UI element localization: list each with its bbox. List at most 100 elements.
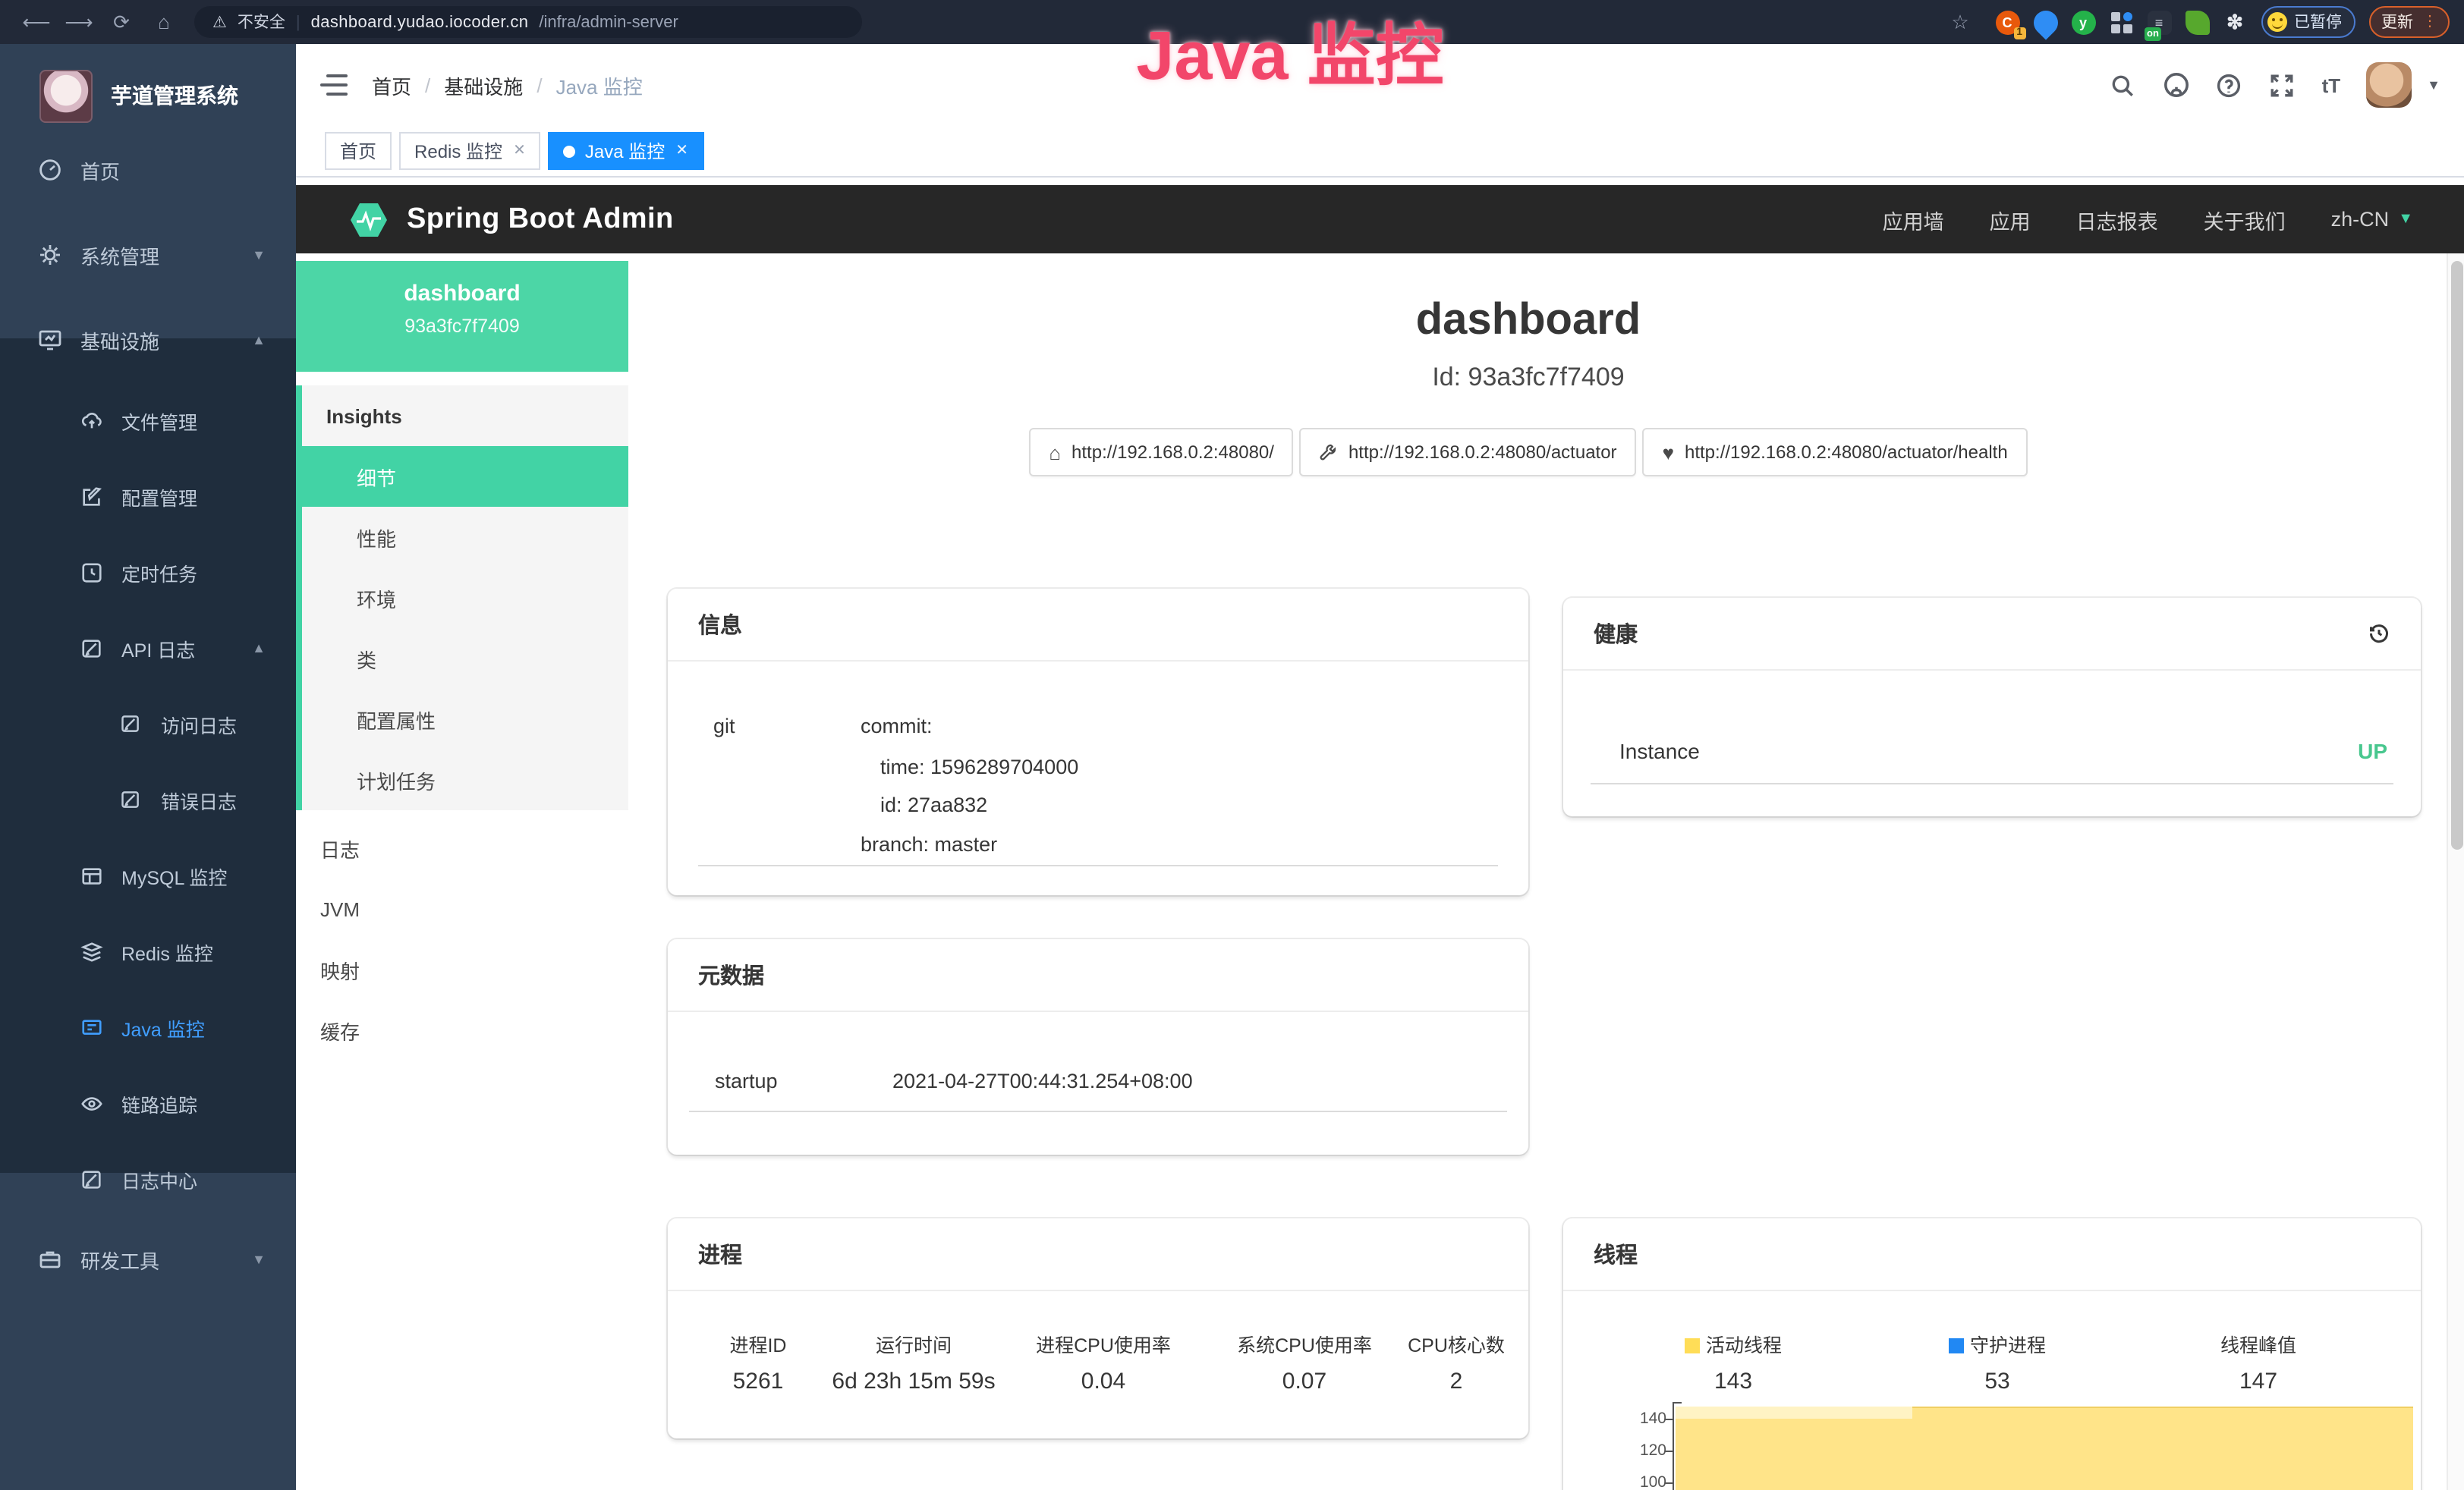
sba-side-item-mappings[interactable]: 映射 xyxy=(296,939,628,1000)
address-bar[interactable]: ⚠ 不安全 | dashboard.yudao.iocoder.cn/infra… xyxy=(194,6,862,38)
extension-y-icon[interactable]: y xyxy=(2071,10,2095,34)
home-icon[interactable]: ⌂ xyxy=(143,11,185,33)
browser-menu-icon[interactable]: ⋮ xyxy=(2422,14,2437,30)
tags-view: 首页 Redis 监控 ✕ Java 监控✕ xyxy=(296,126,2464,178)
security-label[interactable]: 不安全 xyxy=(238,11,285,33)
tab-java-monitor[interactable]: Java 监控✕ xyxy=(549,132,703,170)
sidebar-item-java-monitor[interactable]: Java 监控 xyxy=(0,989,296,1065)
sba-side-item-environment[interactable]: 环境 xyxy=(302,567,628,628)
heartbeat-icon: ♥ xyxy=(1663,441,1674,464)
extension-pin-icon[interactable] xyxy=(2028,5,2062,39)
extensions-puzzle-icon[interactable]: ❇ xyxy=(2223,10,2247,34)
app-logo-row[interactable]: 芋道管理系统 xyxy=(0,59,296,132)
github-icon[interactable] xyxy=(2163,71,2190,99)
redis-layers-icon xyxy=(79,939,103,963)
sidebar-item-mysql-monitor[interactable]: MySQL 监控 xyxy=(0,838,296,913)
sba-side-item-scheduled[interactable]: 计划任务 xyxy=(302,750,628,810)
y-tickmark xyxy=(1665,1482,1673,1484)
sba-side-item-details[interactable]: 细节 xyxy=(296,446,628,507)
instance-headline: dashboard Id: 93a3fc7f7409 ⌂ http://192.… xyxy=(628,296,2428,476)
col-pid: 进程ID xyxy=(686,1329,830,1358)
threads-card-title: 线程 xyxy=(1563,1218,2421,1291)
row-divider xyxy=(1591,783,2393,784)
security-warning-icon[interactable]: ⚠ xyxy=(212,13,227,31)
close-icon[interactable]: ✕ xyxy=(675,143,688,159)
close-icon[interactable]: ✕ xyxy=(513,143,526,159)
sba-language-select[interactable]: zh-CN ▼ xyxy=(2331,208,2413,231)
sba-side-item-config-props[interactable]: 配置属性 xyxy=(302,689,628,750)
breadcrumb-home[interactable]: 首页 xyxy=(372,71,411,99)
reload-icon[interactable]: ⟳ xyxy=(100,10,143,34)
sidebar-toggle-icon[interactable] xyxy=(320,74,348,96)
forward-icon[interactable]: ⟶ xyxy=(58,10,100,34)
sba-side-item-jvm[interactable]: JVM xyxy=(296,879,628,939)
sba-nav-applications[interactable]: 应用 xyxy=(1990,204,2031,234)
tab-label: Redis 监控 xyxy=(414,138,502,164)
back-icon[interactable]: ⟵ xyxy=(15,10,58,34)
row-divider xyxy=(689,1111,1507,1112)
tab-home[interactable]: 首页 xyxy=(325,132,392,170)
sidebar-item-system[interactable]: 系统管理 ▼ xyxy=(0,212,296,297)
sba-nav-journal[interactable]: 日志报表 xyxy=(2076,204,2158,234)
sidebar-item-api-log[interactable]: API 日志 ▲ xyxy=(0,610,296,686)
sba-side-item-logs[interactable]: 日志 xyxy=(296,818,628,879)
help-icon[interactable] xyxy=(2216,71,2243,99)
sidebar-item-tracing[interactable]: 链路追踪 xyxy=(0,1065,296,1141)
sba-nav: 应用墙 应用 日志报表 关于我们 zh-CN ▼ xyxy=(1883,204,2413,234)
search-icon[interactable] xyxy=(2110,71,2137,99)
sidebar-item-dev-tools[interactable]: 研发工具 ▼ xyxy=(0,1217,296,1302)
user-avatar[interactable] xyxy=(2366,62,2412,108)
legend-label: 活动线程 xyxy=(1706,1335,1782,1356)
scrollbar-thumb[interactable] xyxy=(2451,261,2463,850)
sidebar-item-redis-monitor[interactable]: Redis 监控 xyxy=(0,913,296,989)
sidebar-item-infrastructure[interactable]: 基础设施 ▲ xyxy=(0,297,296,382)
sidebar-item-label: 首页 xyxy=(80,156,120,184)
chrome-update-button[interactable]: 更新 ⋮ xyxy=(2369,6,2450,38)
side-item-label: 类 xyxy=(357,644,376,673)
actuator-url-button[interactable]: http://192.168.0.2:48080/actuator xyxy=(1300,428,1637,476)
fullscreen-icon[interactable] xyxy=(2269,71,2296,99)
sba-side-item-metrics[interactable]: 性能 xyxy=(302,507,628,567)
address-separator: | xyxy=(296,13,301,31)
edit-icon xyxy=(79,484,103,508)
sidebar-item-label: 研发工具 xyxy=(80,1245,159,1274)
service-url-button[interactable]: ⌂ http://192.168.0.2:48080/ xyxy=(1029,428,1294,476)
java-monitor-icon xyxy=(79,1015,103,1039)
sba-nav-about[interactable]: 关于我们 xyxy=(2204,204,2286,234)
bookmark-star-icon[interactable]: ☆ xyxy=(1939,10,1981,34)
health-card: 健康 Instance UP xyxy=(1563,598,2421,816)
extension-switch-icon[interactable]: ≡on xyxy=(2147,10,2171,34)
sidebar-item-file-manage[interactable]: 文件管理 xyxy=(0,382,296,458)
sidebar-item-access-log[interactable]: 访问日志 xyxy=(0,686,296,762)
chevron-down-icon: ▼ xyxy=(252,247,266,262)
app-title: 芋道管理系统 xyxy=(111,80,238,111)
sidebar-item-log-center[interactable]: 日志中心 xyxy=(0,1141,296,1217)
font-size-icon[interactable]: tT xyxy=(2322,74,2341,96)
tab-redis-monitor[interactable]: Redis 监控 ✕ xyxy=(399,132,541,170)
history-icon[interactable] xyxy=(2368,622,2390,645)
sidebar-item-error-log[interactable]: 错误日志 xyxy=(0,762,296,838)
browser-toolbar: ⟵ ⟶ ⟳ ⌂ ⚠ 不安全 | dashboard.yudao.iocoder.… xyxy=(0,0,2464,44)
sba-nav-wallboard[interactable]: 应用墙 xyxy=(1883,204,1944,234)
process-card: 进程 进程ID 运行时间 进程CPU使用率 系统CPU使用率 CPU核心数 52… xyxy=(668,1218,1528,1438)
breadcrumb-infra[interactable]: 基础设施 xyxy=(444,71,523,99)
sidebar-item-home[interactable]: 首页 xyxy=(0,127,296,212)
extension-c-icon[interactable]: C1 xyxy=(1995,10,2019,34)
scrollbar[interactable] xyxy=(2447,253,2464,1490)
admin-sidebar: 芋道管理系统 首页 系统管理 ▼ 基础设施 ▲ 文件管理 配置管理 定时任务 xyxy=(0,44,296,1490)
sba-side-item-caches[interactable]: 缓存 xyxy=(296,1000,628,1061)
sidebar-item-config-manage[interactable]: 配置管理 xyxy=(0,458,296,534)
extension-grid-icon[interactable] xyxy=(2109,10,2133,34)
info-card: 信息 git commit: time: 1596289704000 id: 2… xyxy=(668,589,1528,895)
health-url-button[interactable]: ♥ http://192.168.0.2:48080/actuator/heal… xyxy=(1643,428,2028,476)
sba-brand[interactable]: Spring Boot Admin xyxy=(348,198,674,240)
sba-side-item-classes[interactable]: 类 xyxy=(302,628,628,689)
breadcrumb-separator: / xyxy=(425,74,430,96)
eye-icon xyxy=(79,1091,103,1115)
extension-leaf-icon[interactable] xyxy=(2185,10,2209,34)
sidebar-item-scheduled-jobs[interactable]: 定时任务 xyxy=(0,534,296,610)
profile-chip[interactable]: 已暂停 xyxy=(2261,6,2355,38)
user-menu-caret-icon[interactable]: ▼ xyxy=(2427,77,2440,93)
info-commit-line: commit: xyxy=(861,715,933,737)
y-tickmark xyxy=(1665,1419,1673,1420)
